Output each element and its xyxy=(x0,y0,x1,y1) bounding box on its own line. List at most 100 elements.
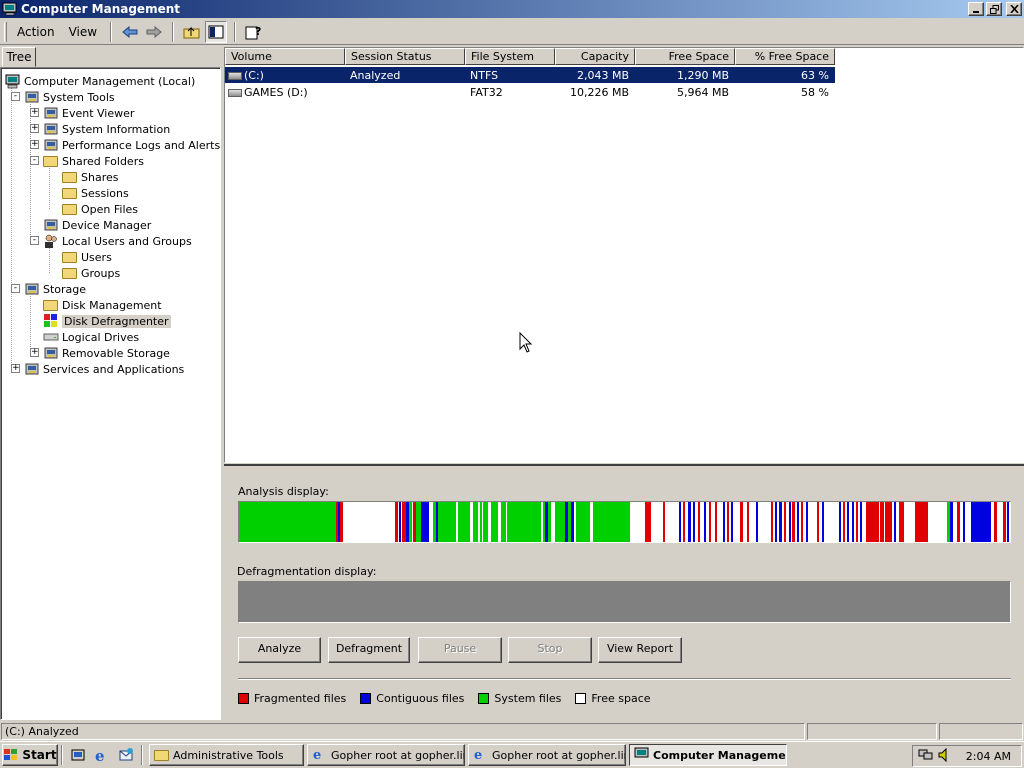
tree-item-logical-drives[interactable]: Logical Drives xyxy=(43,329,139,345)
fragmented-block xyxy=(402,502,406,542)
expand-icon[interactable]: + xyxy=(30,124,39,133)
svg-text:e: e xyxy=(313,748,321,761)
system-block xyxy=(603,502,608,542)
internet-explorer-icon[interactable]: e xyxy=(91,744,113,766)
windows-logo-icon xyxy=(4,749,18,760)
forward-icon[interactable] xyxy=(143,21,165,43)
tree-item-storage[interactable]: Storage xyxy=(24,281,86,297)
fragmented-block xyxy=(395,502,398,542)
tree-item-services-and-applications[interactable]: Services and Applications xyxy=(24,361,184,377)
volume-list[interactable]: Volume Session Status File System Capaci… xyxy=(224,47,1024,463)
tree-item-open-files[interactable]: Open Files xyxy=(62,201,138,217)
tree-item-system-information[interactable]: System Information xyxy=(43,121,170,137)
close-icon[interactable] xyxy=(1006,2,1022,16)
contiguous-block xyxy=(693,502,695,542)
collapse-icon[interactable]: - xyxy=(30,236,39,245)
column-free-space[interactable]: Free Space xyxy=(635,48,735,65)
up-folder-icon[interactable] xyxy=(181,21,203,43)
contiguous-block xyxy=(571,502,574,542)
tree-item-label: Shares xyxy=(81,170,119,184)
legend-free-label: Free space xyxy=(591,692,651,705)
start-button[interactable]: Start xyxy=(2,744,58,766)
expand-icon[interactable]: + xyxy=(30,140,39,149)
capacity-cell: 10,226 MB xyxy=(569,85,629,99)
column-file-system[interactable]: File System xyxy=(465,48,555,65)
tree-item-disk-management[interactable]: Disk Management xyxy=(43,297,162,313)
fragmented-block xyxy=(915,502,928,542)
free-cell: 1,290 MB xyxy=(676,68,729,82)
expand-icon[interactable]: + xyxy=(30,348,39,357)
tree-item-label: Groups xyxy=(81,266,121,280)
tree-item-device-manager[interactable]: Device Manager xyxy=(43,217,151,233)
system-block xyxy=(555,502,565,542)
task-computer-management[interactable]: Computer Management xyxy=(629,744,787,766)
expand-icon[interactable]: + xyxy=(11,364,20,373)
outlook-express-icon[interactable] xyxy=(115,744,137,766)
legend-contiguous-label: Contiguous files xyxy=(376,692,465,705)
tab-tree[interactable]: Tree xyxy=(2,47,36,67)
tree-item-disk-defragmenter[interactable]: Disk Defragmenter xyxy=(43,313,171,329)
tree-item-sessions[interactable]: Sessions xyxy=(62,185,129,201)
collapse-icon[interactable]: - xyxy=(11,284,20,293)
column-session-status[interactable]: Session Status xyxy=(345,48,465,65)
expand-icon[interactable]: + xyxy=(30,108,39,117)
tree-item-local-users-and-groups[interactable]: Local Users and Groups xyxy=(43,233,192,249)
system-block xyxy=(409,502,412,542)
fragmented-block xyxy=(880,502,884,542)
collapse-icon[interactable]: - xyxy=(30,156,39,165)
tree-item-groups[interactable]: Groups xyxy=(62,265,120,281)
defragment-button[interactable]: Defragment xyxy=(328,637,410,663)
tree-item-event-viewer[interactable]: Event Viewer xyxy=(43,105,134,121)
show-desktop-icon[interactable] xyxy=(67,744,89,766)
collapse-icon[interactable]: - xyxy=(11,92,20,101)
menu-bar: Action View ? xyxy=(0,19,1024,45)
view-report-button[interactable]: View Report xyxy=(598,637,682,663)
fragmented-block xyxy=(740,502,743,542)
tree-item-label: Disk Management xyxy=(62,298,162,312)
tree-item-performance-logs-and-alerts[interactable]: Performance Logs and Alerts xyxy=(43,137,220,153)
menu-view[interactable]: View xyxy=(62,23,104,41)
tree-item-shares[interactable]: Shares xyxy=(62,169,118,185)
minimize-icon[interactable] xyxy=(968,2,984,16)
column-file-system-label: File System xyxy=(471,50,534,63)
tree-item-label: Services and Applications xyxy=(43,362,185,376)
column-capacity[interactable]: Capacity xyxy=(555,48,635,65)
volume-icon[interactable] xyxy=(938,747,952,765)
tree-item-label: System Information xyxy=(62,122,171,136)
tree-item-computer-management-local[interactable]: Computer Management (Local) xyxy=(5,73,195,89)
task-label: Gopher root at gopher.lin... xyxy=(331,748,464,762)
tree-item-system-tools[interactable]: System Tools xyxy=(24,89,115,105)
contiguous-block xyxy=(779,502,782,542)
taskbar: Start e Administrative Tools e Gopher ro… xyxy=(0,741,1024,768)
volume-row-c[interactable]: (C:) Analyzed NTFS 2,043 MB 1,290 MB 63 … xyxy=(225,67,835,83)
contiguous-block xyxy=(822,502,824,542)
network-icon[interactable] xyxy=(918,748,934,765)
tree-item-label: Disk Defragmenter xyxy=(62,314,171,328)
task-gopher-2[interactable]: e Gopher root at gopher.lin... xyxy=(468,744,626,766)
volume-row-d[interactable]: GAMES (D:) FAT32 10,226 MB 5,964 MB 58 % xyxy=(225,84,835,100)
task-administrative-tools[interactable]: Administrative Tools xyxy=(149,744,304,766)
internet-explorer-icon: e xyxy=(473,747,489,763)
tree-item-shared-folders[interactable]: Shared Folders xyxy=(43,153,144,169)
tree-pane[interactable]: Computer Management (Local) - System Tools… xyxy=(0,67,221,720)
menu-action[interactable]: Action xyxy=(10,23,62,41)
back-icon[interactable] xyxy=(119,21,141,43)
mouse-cursor-icon xyxy=(519,332,533,353)
volume-name: GAMES (D:) xyxy=(244,85,308,99)
stop-button[interactable]: Stop xyxy=(508,637,592,663)
restore-icon[interactable] xyxy=(986,2,1002,16)
analyze-button[interactable]: Analyze xyxy=(238,637,321,663)
tree-item-removable-storage[interactable]: Removable Storage xyxy=(43,345,170,361)
column-volume[interactable]: Volume xyxy=(225,48,345,65)
help-icon[interactable]: ? xyxy=(243,21,265,43)
free-block xyxy=(343,502,395,542)
pause-button[interactable]: Pause xyxy=(418,637,502,663)
task-gopher-1[interactable]: e Gopher root at gopher.lin... xyxy=(307,744,465,766)
status-cell: Analyzed xyxy=(350,68,401,82)
tree-item-users[interactable]: Users xyxy=(62,249,112,265)
toolbar-separator xyxy=(110,21,113,42)
column-pct-free[interactable]: % Free Space xyxy=(735,48,835,65)
free-swatch xyxy=(575,693,587,704)
users-icon xyxy=(43,233,59,249)
show-hide-tree-icon[interactable] xyxy=(205,20,228,43)
